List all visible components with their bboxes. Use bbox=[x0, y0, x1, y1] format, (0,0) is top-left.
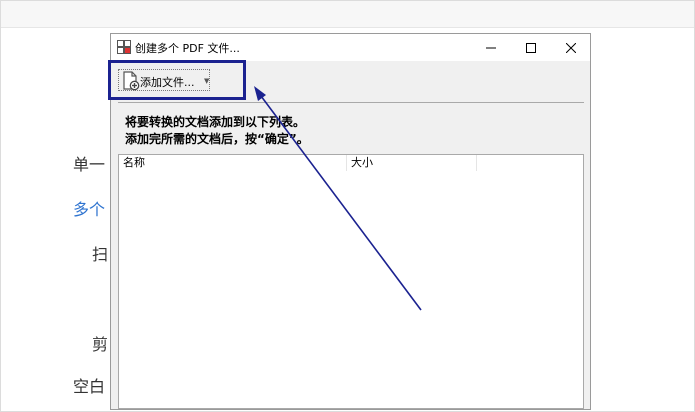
bg-item-single: 单一 bbox=[73, 155, 106, 174]
minimize-button[interactable] bbox=[469, 34, 513, 61]
column-header-size[interactable]: 大小 bbox=[347, 155, 477, 171]
close-icon bbox=[566, 42, 576, 53]
bg-item-clip: 剪 bbox=[92, 335, 109, 354]
instructions-panel: 将要转换的文档添加到以下列表。 添加完所需的文档后，按“确定”。 bbox=[118, 102, 584, 155]
minimize-icon bbox=[486, 47, 496, 48]
highlight-box bbox=[108, 60, 246, 100]
dialog-title: 创建多个 PDF 文件... bbox=[135, 42, 240, 55]
bg-item-multiple[interactable]: 多个 bbox=[73, 196, 105, 220]
create-pdf-icon bbox=[117, 40, 131, 54]
bg-item-blank: 空白 bbox=[73, 377, 106, 396]
close-button[interactable] bbox=[549, 34, 593, 61]
maximize-icon bbox=[526, 42, 536, 53]
file-list[interactable]: 名称 大小 bbox=[118, 154, 584, 409]
dialog-titlebar[interactable]: 创建多个 PDF 文件... bbox=[111, 34, 590, 61]
maximize-button[interactable] bbox=[509, 34, 553, 61]
instruction-line-1: 将要转换的文档添加到以下列表。 bbox=[125, 115, 306, 129]
bg-item-scan: 扫 bbox=[92, 245, 109, 264]
column-header-name[interactable]: 名称 bbox=[119, 155, 347, 171]
instruction-line-2: 添加完所需的文档后，按“确定”。 bbox=[125, 132, 309, 146]
top-strip bbox=[1, 1, 694, 28]
